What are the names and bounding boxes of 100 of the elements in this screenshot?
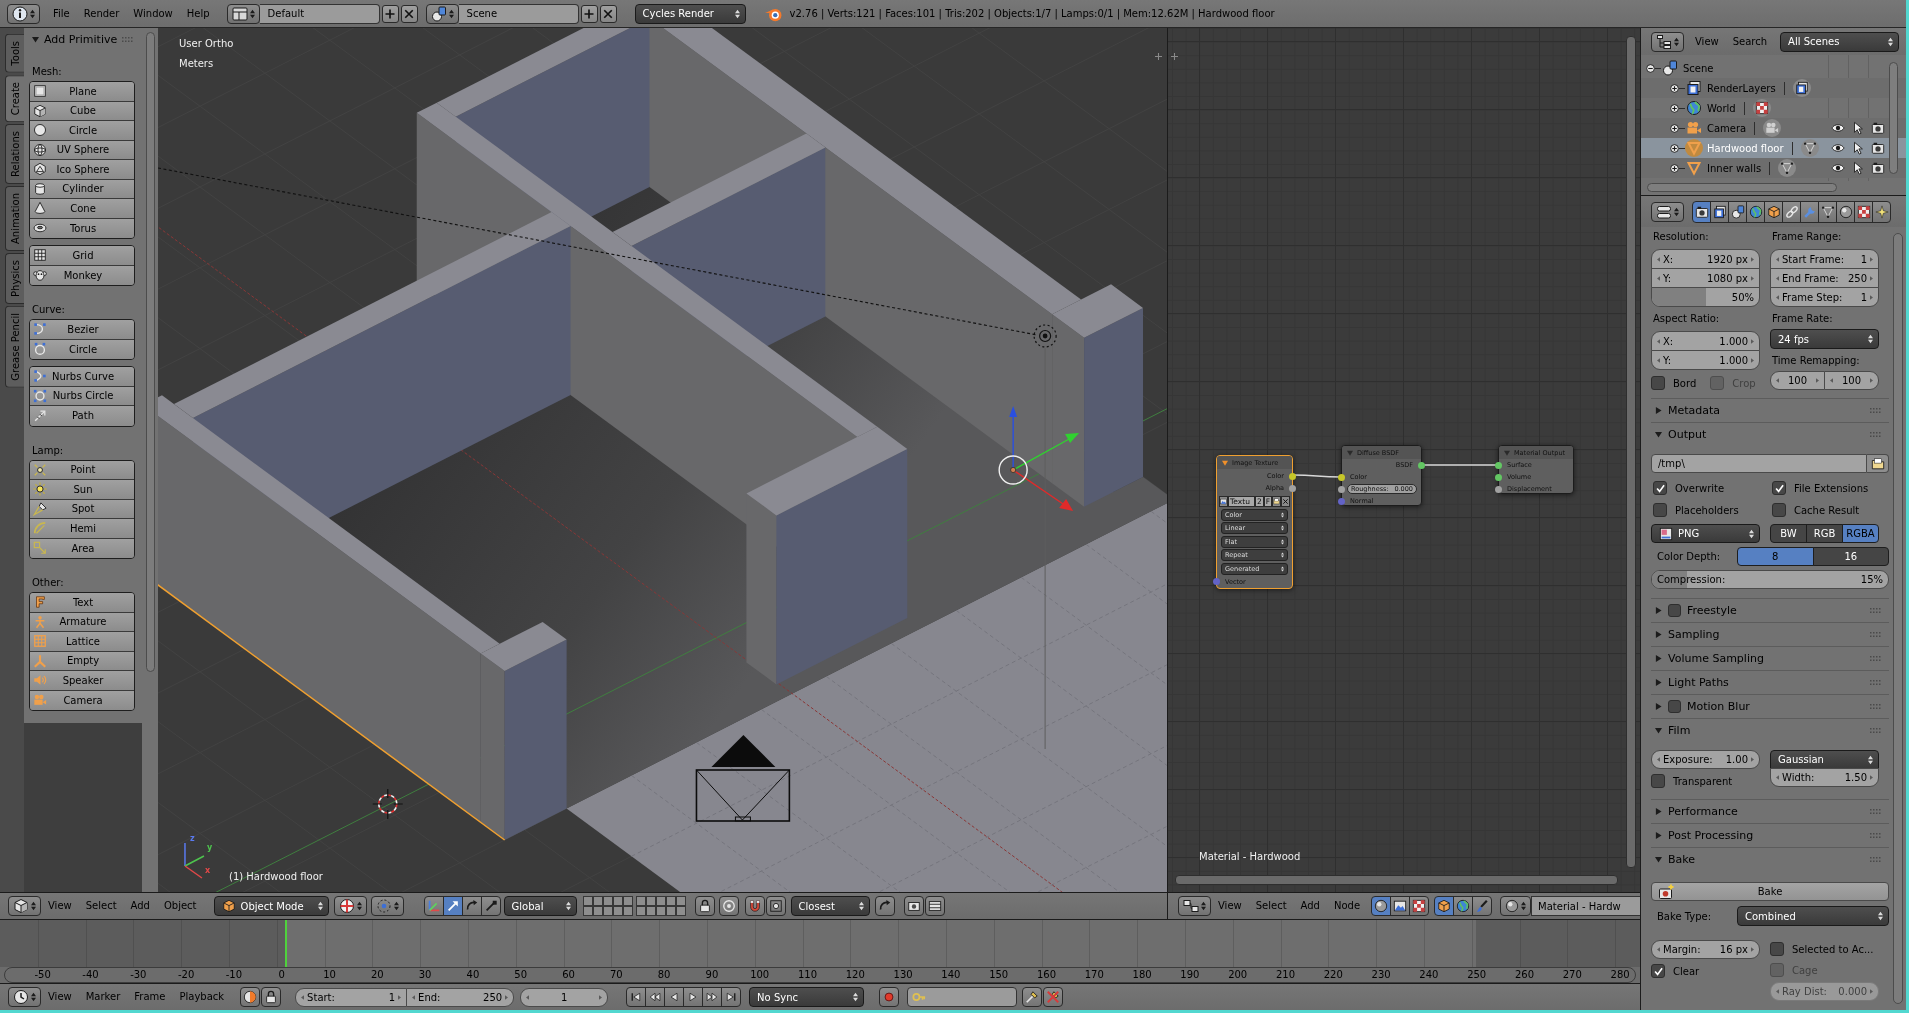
menu-item[interactable]: Node [1326,896,1368,916]
panel-header[interactable]: Film [1651,718,1889,742]
checkbox[interactable] [1668,700,1681,713]
collapse-minus-icon[interactable] [1646,63,1655,73]
camera-data-icon[interactable] [1765,121,1780,135]
number-field[interactable]: Start Frame: 1 [1770,249,1879,269]
material-name-field[interactable]: Material - Hardw [1531,896,1640,916]
filter-type-dropdown[interactable]: Gaussian [1770,750,1879,769]
properties-tab[interactable] [1692,200,1711,223]
snap-target-dropdown[interactable]: Closest [790,896,870,916]
layer-button[interactable] [592,896,603,906]
timeline-ruler[interactable] [0,919,1640,967]
playback-button[interactable] [683,987,704,1007]
eye-icon[interactable] [1831,121,1845,135]
shading-button[interactable] [333,896,367,916]
scrollbar[interactable] [1893,233,1903,1004]
editor-type-button[interactable] [7,3,40,24]
add-object-button[interactable]: UV Sphere [30,140,134,160]
tree-item[interactable]: RenderLayers [1641,78,1906,98]
tab[interactable]: Create [5,74,24,122]
snap-toggle[interactable] [744,896,765,916]
frame-rate-dropdown[interactable]: 24 fps [1770,329,1879,349]
properties-tab[interactable] [1872,200,1891,223]
scene-name-field[interactable]: Scene [458,3,579,24]
socket-icon[interactable] [1338,473,1345,481]
add-object-button[interactable]: Nurbs Circle [30,386,134,406]
render-still-button[interactable] [903,896,924,916]
layer-button[interactable] [602,896,613,906]
scrollbar[interactable] [1626,36,1636,868]
layer-button[interactable] [665,896,676,906]
add-object-button[interactable]: Bezier [30,320,134,340]
layer-button[interactable] [675,906,686,916]
number-field[interactable]: Y: 1080 px [1651,268,1760,288]
number-field[interactable]: End Frame: 250 [1770,268,1879,288]
editor-type-button[interactable] [8,987,41,1007]
browse-folder-button[interactable] [1867,454,1889,473]
menu-item[interactable]: View [1688,31,1726,52]
tree-item[interactable]: Inner walls [1641,158,1906,178]
editor-type-button[interactable] [1651,201,1684,222]
properties-tab[interactable] [1818,200,1837,223]
socket-icon[interactable] [1289,472,1296,480]
tree-item[interactable]: World [1641,98,1906,118]
playback-button[interactable] [664,987,685,1007]
color-depth-toggle[interactable]: 8 [1737,547,1814,566]
layout-browse-button[interactable] [226,3,260,24]
record-button[interactable] [879,987,900,1007]
checkbox[interactable]: Transparent [1651,772,1733,790]
add-object-button[interactable]: Sun [30,480,134,500]
eye-icon[interactable] [1831,141,1845,155]
checkbox[interactable]: Clear [1651,962,1700,980]
add-object-button[interactable]: Camera [30,690,134,710]
color-mode-toggle[interactable]: RGBA [1842,524,1879,543]
expand-plus-icon[interactable] [1670,143,1679,153]
add-object-button[interactable]: Plane [30,82,134,102]
add-object-button[interactable]: Grid [30,246,134,266]
render-camera-icon[interactable] [1871,121,1885,135]
layer-button[interactable] [665,906,676,916]
display-mode-dropdown[interactable]: All Scenes [1780,31,1900,52]
number-field[interactable]: X: 1920 px [1651,249,1760,269]
expand-plus-icon[interactable] [1670,83,1679,93]
color-depth-toggle[interactable]: 16 [1812,547,1889,566]
panel-header[interactable]: Performance [1651,799,1889,823]
add-object-button[interactable]: Nurbs Curve [30,367,134,387]
panel-header[interactable]: Motion Blur [1651,694,1889,718]
properties-tab[interactable] [1854,200,1873,223]
menu-item[interactable]: Object [156,896,204,916]
shader-type-toggle[interactable] [1453,896,1474,916]
number-field[interactable]: X: 1.000 [1651,331,1760,351]
delete-button[interactable] [400,4,418,23]
add-button[interactable] [381,4,399,23]
menu-item[interactable]: Frame [127,987,173,1007]
bake-type-dropdown[interactable]: Combined [1737,906,1889,926]
layer-button[interactable] [602,906,613,916]
render-camera-icon[interactable] [1871,161,1885,175]
render-camera-icon[interactable] [1871,141,1885,155]
add-object-button[interactable]: Ico Sphere [30,160,134,180]
checkbox[interactable] [1668,604,1681,617]
add-object-button[interactable]: Path [30,406,134,426]
transform-gizmo[interactable] [998,406,1080,511]
number-field[interactable]: 100 [1824,371,1879,390]
proportional-edit-button[interactable] [718,896,739,916]
render-engine-dropdown[interactable]: Cycles Render [634,3,746,24]
pointer-icon[interactable] [1851,121,1865,135]
tree-item[interactable]: Camera [1641,118,1906,138]
add-object-button[interactable]: Cone [30,199,134,219]
shader-type-toggle[interactable] [1472,896,1493,916]
menu-item[interactable]: View [41,987,79,1007]
layer-button[interactable] [645,906,656,916]
scene-browse-button[interactable] [425,3,459,24]
number-field[interactable]: Exposure: 1.00 [1651,750,1760,769]
scrollbar[interactable] [145,32,155,672]
properties-tab[interactable] [1710,200,1729,223]
editor-type-button[interactable] [1651,31,1684,52]
add-object-button[interactable]: Lattice [30,632,134,652]
align-rotation-button[interactable] [874,896,895,916]
add-object-button[interactable]: Circle [30,339,134,359]
expand-plus-icon[interactable] [1670,123,1679,133]
add-object-button[interactable]: Monkey [30,265,134,285]
add-object-button[interactable]: Cylinder [30,179,134,199]
properties-tab[interactable] [1728,200,1747,223]
